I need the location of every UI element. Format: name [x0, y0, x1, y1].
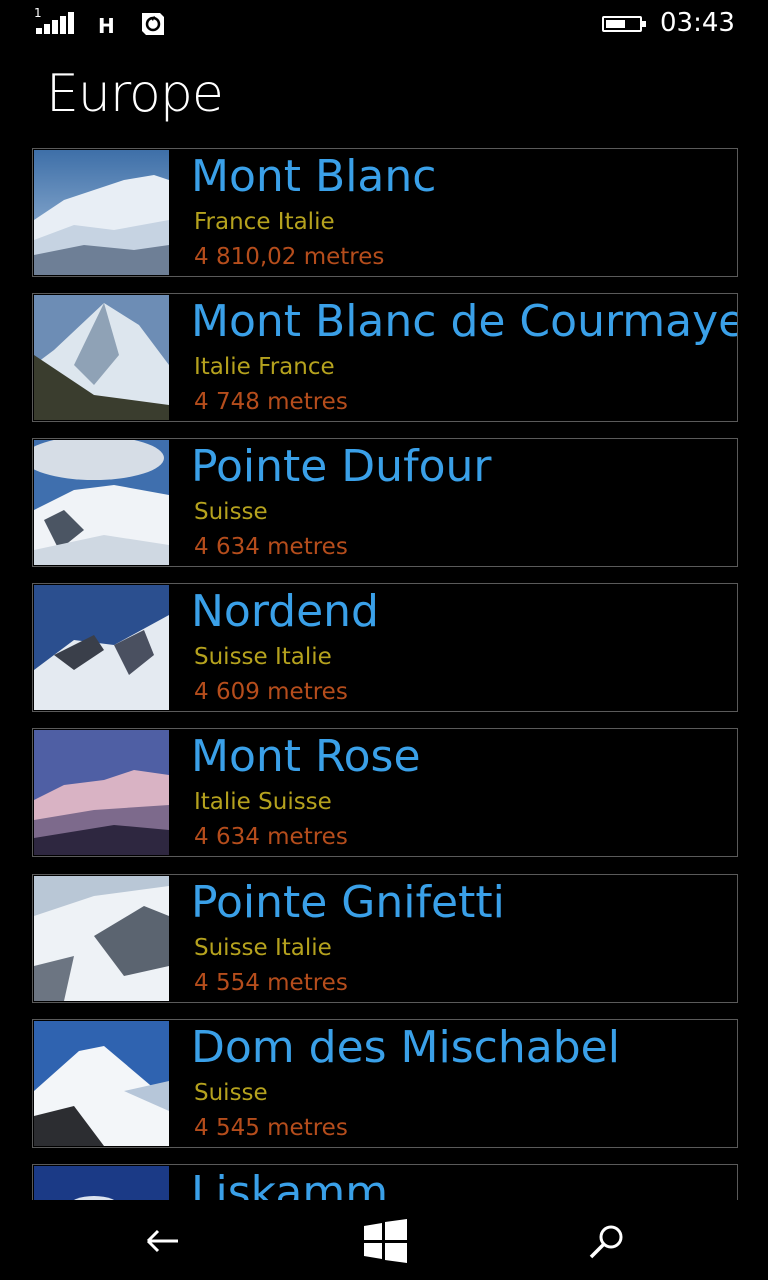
mountain-name: Mont Rose	[191, 731, 421, 782]
list-item[interactable]: Mont Rose Italie Suisse 4 634 metres	[32, 728, 738, 857]
mountain-countries: France Italie	[194, 209, 335, 235]
mountain-height: 4 810,02 metres	[194, 244, 385, 270]
mountain-name: Dom des Mischabel	[191, 1022, 620, 1073]
mountain-photo	[34, 1166, 169, 1200]
search-icon[interactable]	[582, 1216, 632, 1266]
windows-icon[interactable]	[360, 1216, 410, 1266]
mountain-height: 4 634 metres	[194, 534, 348, 560]
mountain-photo	[34, 876, 169, 1001]
list-item[interactable]: Mont Blanc de Courmayeur Italie France 4…	[32, 293, 738, 422]
navigation-bar	[0, 1200, 768, 1280]
mountain-countries: Italie France	[194, 354, 335, 380]
list-item[interactable]: Pointe Dufour Suisse 4 634 metres	[32, 438, 738, 567]
mountain-name: Pointe Dufour	[191, 441, 492, 492]
mountain-name: Mont Blanc	[191, 151, 437, 202]
clock: 03:43	[660, 8, 735, 38]
mountain-countries: Suisse Italie	[194, 935, 332, 961]
battery-icon	[602, 16, 646, 32]
list-item[interactable]: Nordend Suisse Italie 4 609 metres	[32, 583, 738, 712]
list-item[interactable]: Liskamm	[32, 1164, 738, 1200]
mountain-height: 4 634 metres	[194, 824, 348, 850]
list-item[interactable]: Mont Blanc France Italie 4 810,02 metres	[32, 148, 738, 277]
network-type: H	[98, 14, 115, 38]
mountain-list[interactable]: Mont Blanc France Italie 4 810,02 metres…	[0, 148, 768, 1200]
signal-icon: 1	[34, 6, 80, 38]
mountain-countries: Italie Suisse	[194, 789, 332, 815]
mountain-height: 4 748 metres	[194, 389, 348, 415]
mountain-photo	[34, 440, 169, 565]
mountain-name: Pointe Gnifetti	[191, 877, 505, 928]
status-bar: 1 H 03:43	[0, 0, 768, 50]
mountain-photo	[34, 295, 169, 420]
mountain-photo	[34, 730, 169, 855]
mountain-countries: Suisse	[194, 499, 268, 525]
page-title: Europe	[46, 64, 224, 124]
mountain-photo	[34, 585, 169, 710]
list-item[interactable]: Pointe Gnifetti Suisse Italie 4 554 metr…	[32, 874, 738, 1003]
list-item[interactable]: Dom des Mischabel Suisse 4 545 metres	[32, 1019, 738, 1148]
back-icon[interactable]	[138, 1216, 188, 1266]
mountain-name: Liskamm	[191, 1167, 389, 1200]
mountain-photo	[34, 1021, 169, 1146]
sync-icon	[142, 13, 164, 35]
mountain-height: 4 545 metres	[194, 1115, 348, 1141]
mountain-countries: Suisse	[194, 1080, 268, 1106]
mountain-height: 4 554 metres	[194, 970, 348, 996]
mountain-photo	[34, 150, 169, 275]
mountain-name: Nordend	[191, 586, 379, 637]
mountain-countries: Suisse Italie	[194, 644, 332, 670]
mountain-height: 4 609 metres	[194, 679, 348, 705]
mountain-name: Mont Blanc de Courmayeur	[191, 296, 738, 347]
